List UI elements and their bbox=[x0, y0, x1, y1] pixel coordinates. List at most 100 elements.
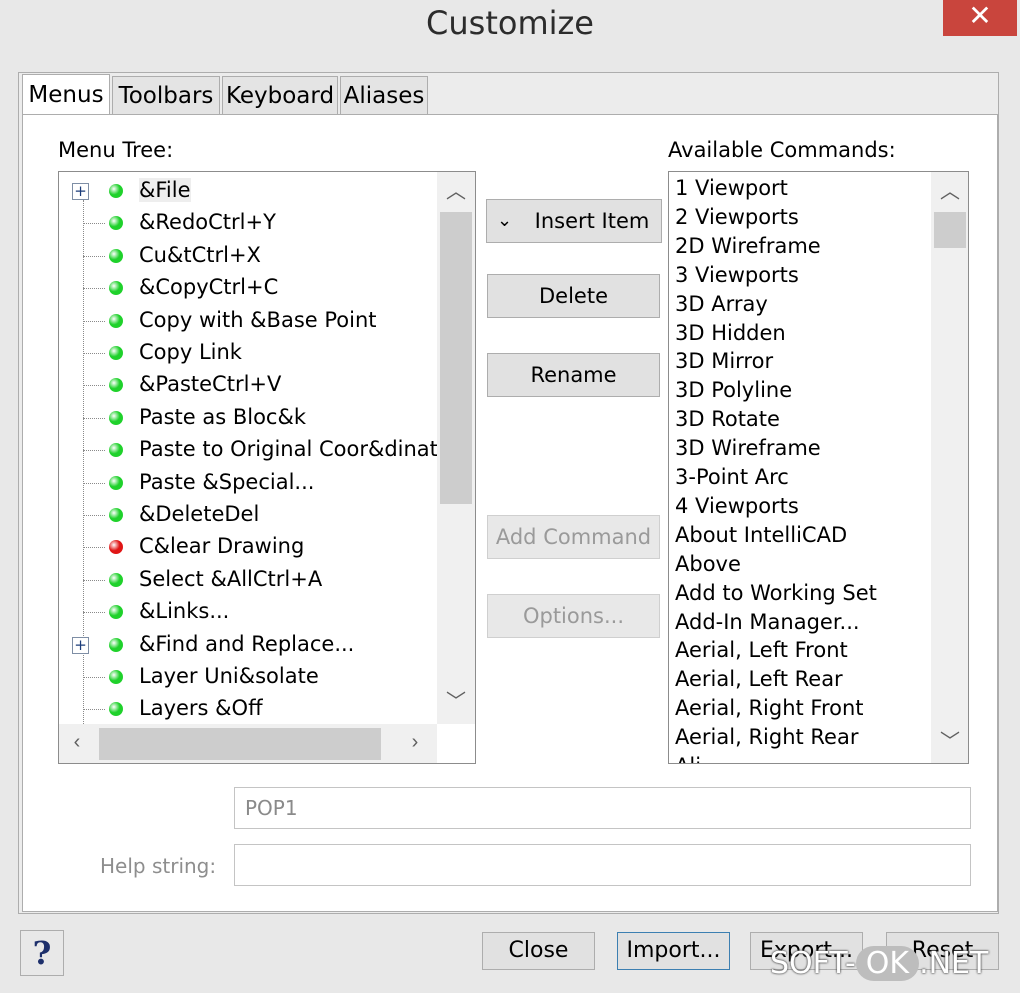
tree-item[interactable]: &PasteCtrl+V bbox=[59, 370, 439, 402]
delete-button[interactable]: Delete bbox=[487, 274, 660, 318]
tree-item-label: Cu&tCtrl+X bbox=[139, 242, 261, 267]
tree-item-label: Copy Link bbox=[139, 340, 242, 364]
command-item[interactable]: Aerial, Left Front bbox=[675, 638, 848, 667]
rename-button[interactable]: Rename bbox=[487, 353, 660, 397]
tree-vertical-scrollbar[interactable]: ︿ ﹀ bbox=[437, 172, 475, 724]
scroll-thumb[interactable] bbox=[934, 212, 966, 248]
close-button[interactable]: Close bbox=[482, 932, 595, 970]
tree-item[interactable]: &RedoCtrl+Y bbox=[59, 208, 439, 240]
tree-connector bbox=[83, 450, 105, 452]
add-command-button[interactable]: Add Command bbox=[487, 515, 660, 559]
scroll-thumb[interactable] bbox=[99, 728, 381, 760]
command-item[interactable]: 3D Array bbox=[675, 292, 768, 321]
status-green-icon bbox=[109, 637, 123, 652]
tree-item[interactable]: &CopyCtrl+C bbox=[59, 273, 439, 305]
scroll-left-icon[interactable]: ‹ bbox=[61, 728, 93, 756]
tree-connector bbox=[83, 482, 105, 484]
help-string-field[interactable] bbox=[234, 844, 971, 886]
tree-item[interactable]: C&lear Drawing bbox=[59, 532, 439, 564]
tree-item[interactable]: Select &AllCtrl+A bbox=[59, 565, 439, 597]
tree-connector bbox=[83, 612, 105, 614]
commands-vertical-scrollbar[interactable]: ︿ ﹀ bbox=[931, 172, 968, 763]
command-item[interactable]: Add to Working Set bbox=[675, 581, 877, 610]
tree-item[interactable]: Cu&tCtrl+X bbox=[59, 241, 439, 273]
menu-tree[interactable]: + &File &RedoCtrl+Y Cu&tCtrl+X &CopyCtrl+C Co… bbox=[58, 171, 476, 764]
tree-item-label: &PasteCtrl+V bbox=[139, 372, 282, 397]
status-green-icon bbox=[109, 702, 123, 717]
tree-item[interactable]: &DeleteDel bbox=[59, 500, 439, 532]
command-item[interactable]: Aerial, Right Rear bbox=[675, 725, 858, 754]
status-green-icon bbox=[109, 475, 123, 490]
command-item[interactable]: Add-In Manager... bbox=[675, 610, 860, 639]
command-item[interactable]: About IntelliCAD bbox=[675, 523, 847, 552]
command-item[interactable]: 3D Hidden bbox=[675, 321, 786, 350]
tab-keyboard[interactable]: Keyboard bbox=[222, 76, 338, 114]
tree-connector bbox=[83, 320, 105, 322]
status-green-icon bbox=[109, 346, 123, 360]
status-green-icon bbox=[109, 443, 123, 458]
command-item[interactable]: 3 Viewports bbox=[675, 263, 799, 292]
tree-item[interactable]: Paste &Special... bbox=[59, 468, 439, 500]
tree-item[interactable]: &Links... bbox=[59, 597, 439, 629]
scroll-thumb[interactable] bbox=[440, 212, 472, 504]
scroll-down-icon[interactable]: ﹀ bbox=[934, 728, 966, 756]
scroll-up-icon[interactable]: ︿ bbox=[934, 178, 966, 206]
available-commands-label: Available Commands: bbox=[668, 138, 896, 162]
tree-item[interactable]: Layer Uni&solate bbox=[59, 662, 439, 694]
status-green-icon bbox=[109, 572, 123, 587]
close-window-button[interactable]: ✕ bbox=[943, 0, 1017, 36]
command-item[interactable]: 3-Point Arc bbox=[675, 465, 789, 494]
tab-toolbars[interactable]: Toolbars bbox=[112, 76, 220, 114]
scroll-right-icon[interactable]: › bbox=[399, 728, 431, 756]
command-item[interactable]: 3D Rotate bbox=[675, 407, 780, 436]
expand-plus-icon[interactable]: + bbox=[72, 636, 89, 654]
scroll-down-icon[interactable]: ﹀ bbox=[440, 688, 472, 716]
command-item[interactable]: 3D Wireframe bbox=[675, 436, 821, 465]
tree-item[interactable]: Layers &Off bbox=[59, 694, 439, 726]
status-green-icon bbox=[109, 216, 123, 231]
tree-item-label: Paste to Original Coor&dinate bbox=[139, 437, 451, 462]
expand-plus-icon[interactable]: + bbox=[72, 183, 89, 200]
tab-aliases[interactable]: Aliases bbox=[340, 76, 428, 114]
tree-item[interactable]: + &File bbox=[59, 176, 439, 208]
command-item[interactable]: 3D Polyline bbox=[675, 378, 792, 407]
watermark-left: SOFT- bbox=[770, 946, 856, 981]
tree-connector bbox=[83, 677, 105, 678]
tree-item[interactable]: Paste as Bloc&k bbox=[59, 403, 439, 435]
command-item[interactable]: 2 Viewports bbox=[675, 205, 799, 234]
tree-connector bbox=[83, 385, 105, 387]
options-button[interactable]: Options... bbox=[487, 594, 660, 638]
scroll-up-icon[interactable]: ︿ bbox=[440, 178, 472, 206]
tab-menus[interactable]: Menus bbox=[22, 74, 110, 114]
tree-horizontal-scrollbar[interactable]: ‹ › bbox=[59, 724, 437, 763]
import-button[interactable]: Import... bbox=[617, 932, 730, 970]
tree-item-label: Layers &Off bbox=[139, 696, 263, 721]
command-item[interactable]: 1 Viewport bbox=[675, 176, 788, 205]
status-green-icon bbox=[109, 605, 123, 620]
tree-connector bbox=[83, 547, 105, 549]
status-green-icon bbox=[109, 508, 123, 522]
command-item[interactable]: Above bbox=[675, 552, 741, 581]
status-red-icon bbox=[109, 540, 123, 555]
insert-item-button[interactable]: ⌄ Insert Item bbox=[486, 199, 662, 243]
status-green-icon bbox=[109, 248, 123, 263]
help-button[interactable]: ? bbox=[20, 930, 64, 976]
help-string-label: Help string: bbox=[100, 854, 217, 878]
status-green-icon bbox=[109, 378, 123, 393]
command-item[interactable]: 2D Wireframe bbox=[675, 234, 821, 263]
tree-item[interactable]: + &Find and Replace... bbox=[59, 630, 439, 662]
tree-item-label: C&lear Drawing bbox=[139, 534, 305, 559]
command-item[interactable]: 4 Viewports bbox=[675, 494, 799, 523]
tree-item-label: Select &AllCtrl+A bbox=[139, 566, 323, 591]
tree-item[interactable]: Copy Link bbox=[59, 338, 439, 370]
tree-item-label: &Links... bbox=[139, 599, 230, 624]
menu-name-field[interactable]: POP1 bbox=[234, 787, 971, 829]
tree-item[interactable]: Copy with &Base Point bbox=[59, 306, 439, 338]
command-item[interactable]: Aerial, Right Front bbox=[675, 696, 864, 725]
tree-connector bbox=[83, 353, 105, 354]
tree-item[interactable]: Paste to Original Coor&dinate bbox=[59, 435, 451, 467]
available-commands-list[interactable]: 1 Viewport 2 Viewports 2D Wireframe 3 Viewp… bbox=[668, 171, 969, 764]
command-item[interactable]: 3D Mirror bbox=[675, 349, 773, 378]
command-item[interactable]: Aerial, Left Rear bbox=[675, 667, 843, 696]
command-item[interactable]: Ali... bbox=[675, 754, 721, 763]
